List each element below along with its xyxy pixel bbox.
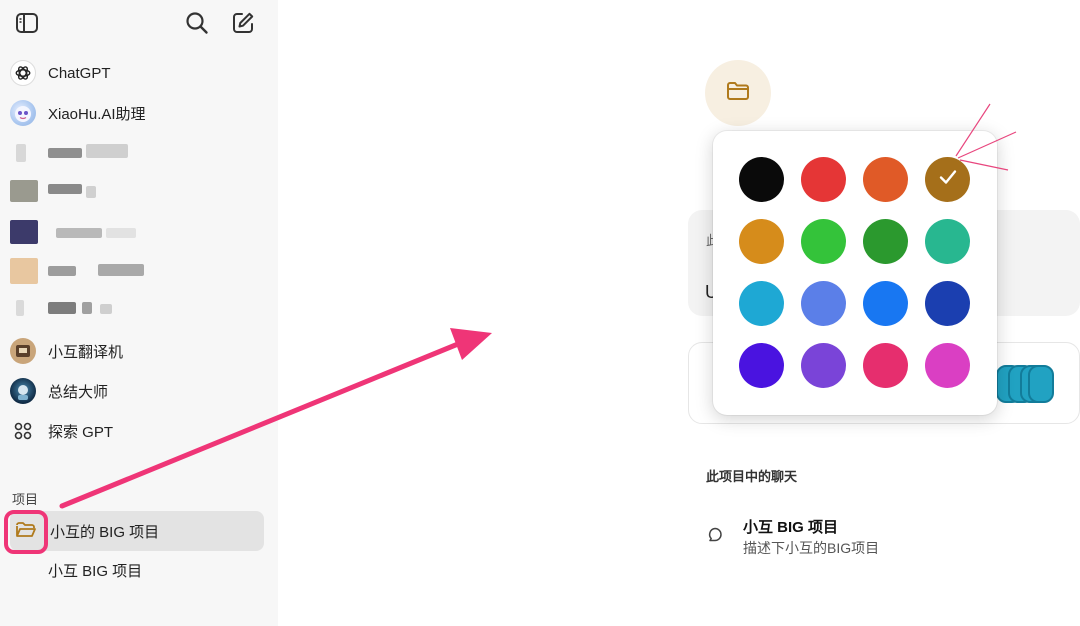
search-icon[interactable] (184, 10, 210, 36)
color-swatch[interactable] (925, 157, 970, 202)
folder-open-icon[interactable] (15, 520, 37, 545)
grid-icon (10, 418, 36, 444)
sidebar-item-translator[interactable]: 小互翻译机 (10, 334, 123, 368)
color-swatch[interactable] (739, 157, 784, 202)
color-swatch[interactable] (801, 343, 846, 388)
toggle-sidebar-icon[interactable] (14, 10, 40, 36)
sidebar-item-label: ChatGPT (48, 64, 111, 82)
color-swatch[interactable] (863, 157, 908, 202)
chat-description: 描述下小互的BIG项目 (743, 540, 880, 556)
sidebar-item-explore-gpts[interactable]: 探索 GPT (10, 414, 113, 448)
color-picker-popover (713, 131, 997, 415)
chat-bubble-icon (706, 526, 724, 549)
sidebar-item-blurred[interactable] (10, 292, 250, 326)
sidebar-item-blurred[interactable] (10, 136, 250, 170)
color-swatch[interactable] (739, 343, 784, 388)
sidebar-item-xiaohu-assistant[interactable]: XiaoHu.AI助理 (10, 96, 146, 130)
sidebar-item-blurred[interactable] (10, 254, 250, 288)
color-swatch[interactable] (739, 281, 784, 326)
sidebar-item-label: XiaoHu.AI助理 (48, 105, 146, 123)
project-icon-button[interactable] (705, 60, 771, 126)
folder-highlight (4, 510, 48, 554)
sidebar-project-chat[interactable]: 小互 BIG 项目 (48, 560, 142, 581)
projects-section-label: 项目 (12, 492, 39, 507)
checkmark-icon (937, 166, 959, 193)
summary-avatar-icon (10, 378, 36, 404)
color-swatch[interactable] (801, 281, 846, 326)
file-chip (1028, 365, 1054, 403)
sidebar-item-blurred[interactable] (10, 216, 250, 250)
project-chat-item[interactable]: 小互 BIG 项目 描述下小互的BIG项目 (706, 514, 1006, 560)
color-swatch[interactable] (801, 157, 846, 202)
color-swatch[interactable] (801, 219, 846, 264)
sidebar-item-blurred[interactable] (10, 174, 250, 208)
color-swatch[interactable] (925, 219, 970, 264)
color-swatch[interactable] (863, 343, 908, 388)
sidebar-item-label: 探索 GPT (48, 423, 114, 441)
translator-avatar-icon (10, 338, 36, 364)
color-swatch[interactable] (925, 343, 970, 388)
color-swatch[interactable] (739, 219, 784, 264)
sidebar-toolbar (12, 10, 266, 36)
sidebar-item-chatgpt[interactable]: ChatGPT (10, 56, 111, 90)
sidebar-item-label: 小互翻译机 (48, 343, 124, 361)
new-chat-icon[interactable] (230, 10, 256, 36)
color-swatch[interactable] (925, 281, 970, 326)
color-swatch[interactable] (863, 219, 908, 264)
sidebar-item-label: 总结大师 (48, 383, 109, 401)
sidebar-item-summary-master[interactable]: 总结大师 (10, 374, 108, 408)
sidebar: ChatGPT XiaoHu.AI助理 小互翻译机 总结大师 探索 GPT 项目… (0, 0, 278, 626)
folder-icon (725, 80, 751, 107)
project-chats-heading: 此项目中的聊天 (706, 469, 798, 484)
color-swatch[interactable] (863, 281, 908, 326)
chat-title: 小互 BIG 项目 (743, 519, 839, 536)
robot-avatar-icon (10, 100, 36, 126)
openai-logo-icon (10, 60, 36, 86)
project-label: 小互的 BIG 项目 (50, 523, 160, 541)
sidebar-project-item[interactable]: 小互的 BIG 项目 (10, 511, 264, 551)
